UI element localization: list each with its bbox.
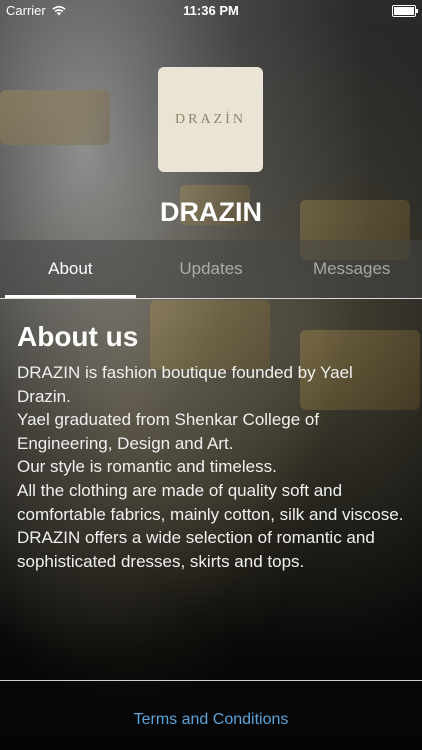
background-charm xyxy=(150,300,270,370)
brand-logo: DRAZİN xyxy=(158,67,263,172)
about-heading: About us xyxy=(17,321,139,352)
status-bar: Carrier 11:36 PM xyxy=(0,0,422,22)
about-paragraph: Yael graduated from Shenkar College of E… xyxy=(17,410,320,453)
tab-about[interactable]: About xyxy=(0,240,141,298)
logo-text: DRAZİN xyxy=(175,111,246,127)
tab-messages-label: Messages xyxy=(312,259,391,278)
battery-icon xyxy=(392,5,418,17)
tab-about-label: About xyxy=(48,259,93,278)
tab-updates[interactable]: Updates xyxy=(141,240,282,298)
about-paragraph: DRAZIN is fashion boutique founded by Ya… xyxy=(17,363,353,406)
tab-bar: About Updates Messages xyxy=(0,240,422,299)
about-paragraph: Our style is romantic and timeless. xyxy=(17,457,277,477)
about-paragraph: All the clothing are made of quality sof… xyxy=(17,480,404,524)
active-tab-indicator xyxy=(5,295,136,298)
tab-updates-label: Updates xyxy=(179,259,243,278)
brand-title: DRAZIN xyxy=(160,197,262,227)
about-paragraph: DRAZIN offers a wide selection of romant… xyxy=(17,528,375,571)
tab-messages[interactable]: Messages xyxy=(281,240,422,298)
status-time: 11:36 PM xyxy=(183,3,239,18)
footer-divider xyxy=(0,680,422,681)
terms-and-conditions-link[interactable]: Terms and Conditions xyxy=(0,711,422,729)
background-charm xyxy=(0,90,110,145)
about-body: DRAZIN is fashion boutique founded by Ya… xyxy=(17,361,407,573)
